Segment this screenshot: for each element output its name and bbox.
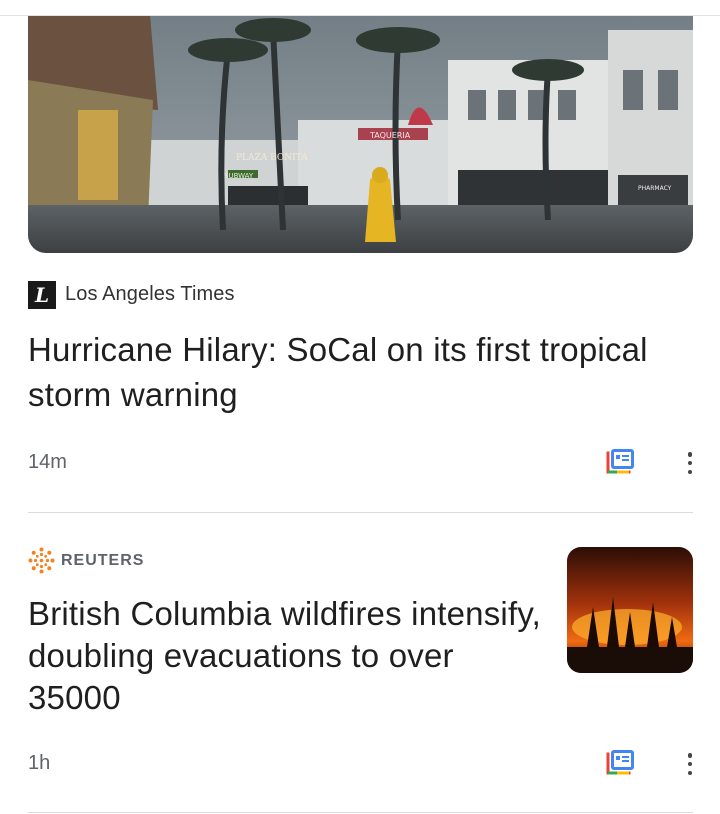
source-name: REUTERS <box>61 551 145 569</box>
source-name: Los Angeles Times <box>65 283 235 305</box>
article-headline[interactable]: Hurricane Hilary: SoCal on its first tro… <box>28 327 648 417</box>
article-time: 14m <box>28 451 67 473</box>
divider <box>28 812 693 813</box>
svg-text:PHARMACY: PHARMACY <box>638 185 672 192</box>
top-app-bar <box>0 0 720 16</box>
full-coverage-icon[interactable] <box>605 449 635 475</box>
more-vert-icon[interactable] <box>680 751 700 777</box>
divider <box>28 512 693 513</box>
article-headline[interactable]: British Columbia wildfires intensify, do… <box>28 593 548 719</box>
article-source[interactable]: L Los Angeles Times <box>28 280 235 309</box>
article-time: 1h <box>28 752 51 774</box>
la-times-logo: L <box>28 280 56 309</box>
svg-text:SUBWAY: SUBWAY <box>224 172 254 180</box>
full-coverage-icon[interactable] <box>605 750 635 776</box>
article-source[interactable]: REUTERS <box>28 547 144 574</box>
more-vert-icon[interactable] <box>680 450 700 476</box>
svg-text:PLAZA BONITA: PLAZA BONITA <box>236 153 308 163</box>
article-thumbnail[interactable] <box>567 547 693 673</box>
reuters-logo-icon <box>28 547 55 574</box>
article-hero-image[interactable]: PLAZA BONITA TAQUERIA SUBWAY PHARMACY <box>28 0 693 253</box>
svg-text:TAQUERIA: TAQUERIA <box>369 131 411 140</box>
